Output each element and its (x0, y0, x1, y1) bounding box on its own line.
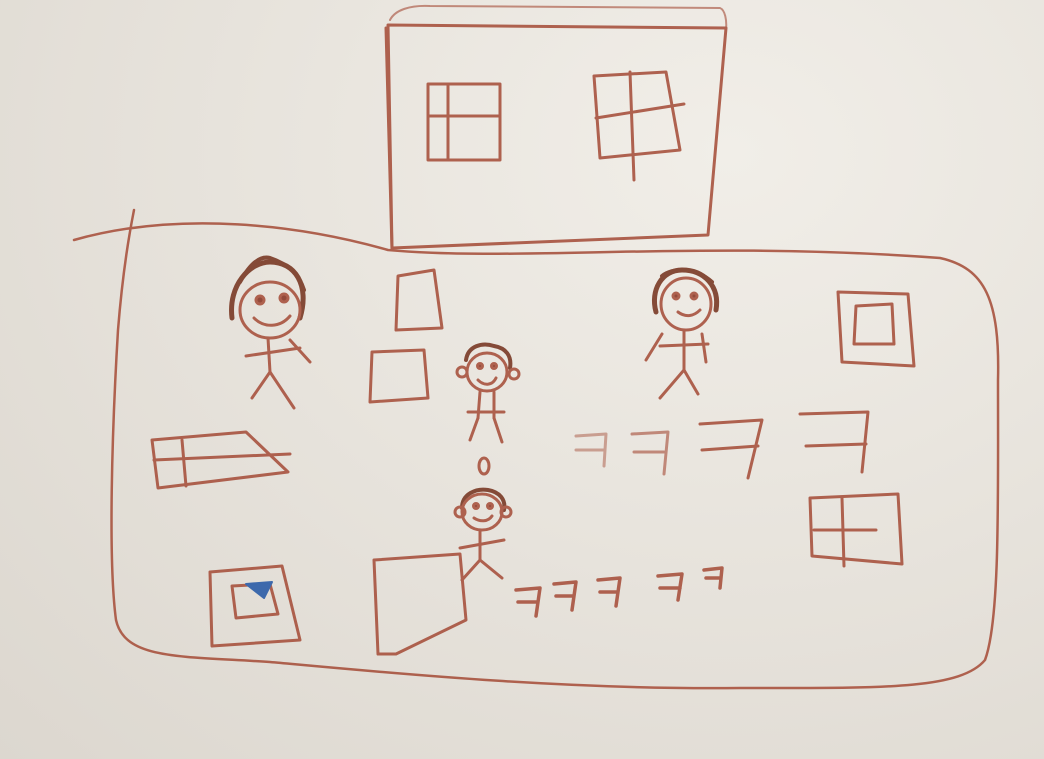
table (150, 430, 292, 490)
adult-right-figure (644, 267, 720, 400)
building-window-right (592, 70, 686, 182)
drawing-canvas (72, 4, 1000, 690)
building (384, 4, 728, 252)
k-marks-middle (574, 410, 870, 480)
window-lower (368, 348, 430, 404)
child-bottom-figure (453, 456, 513, 582)
window-bottom-right (808, 492, 904, 568)
window-upper (394, 268, 444, 332)
tv-right (836, 290, 916, 368)
door (372, 552, 468, 656)
tv-bottom-left (208, 564, 302, 648)
child-middle-figure (455, 342, 521, 444)
adult-left-figure (229, 255, 312, 410)
building-window-left (426, 82, 502, 162)
crayon-drawing (0, 0, 1044, 759)
k-marks-bottom (514, 566, 724, 618)
